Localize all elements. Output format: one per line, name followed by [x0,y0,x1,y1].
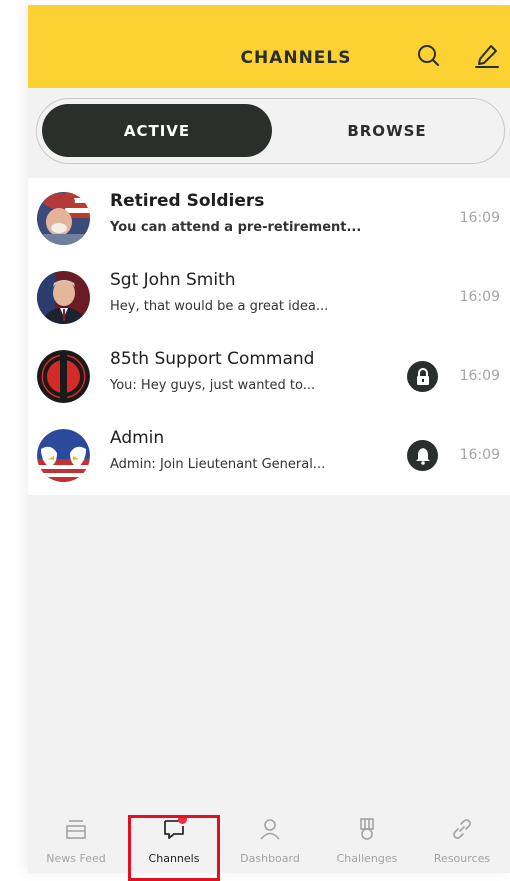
nav-channels[interactable]: Channels [126,813,222,873]
avatar-retired-soldiers [37,192,90,245]
nav-resources[interactable]: Resources [414,813,510,873]
avatar-85th-support-command [37,350,90,403]
lock-icon [407,361,438,392]
channel-preview: Admin: Join Lieutenant General... [110,457,326,472]
nav-challenges[interactable]: Challenges [319,813,415,873]
link-icon [453,819,471,839]
channel-filter-segment: ACTIVE BROWSE [36,98,505,164]
avatar-sgt-john-smith [37,271,90,324]
nav-label: Challenges [336,852,398,865]
channel-time: 16:09 [459,289,500,305]
notification-dot [178,815,187,824]
person-icon [260,819,280,840]
nav-label: Dashboard [240,852,300,865]
nav-label: Resources [433,852,491,865]
channel-list: Retired Soldiers You can attend a pre-re… [28,178,510,495]
avatar-admin [37,429,90,482]
channel-row-85th-support-command[interactable]: 85th Support Command You: Hey guys, just… [28,336,510,415]
channel-row-admin[interactable]: Admin Admin: Join Lieutenant General... … [28,415,510,494]
nav-label: News Feed [46,852,106,865]
medal-icon [360,818,374,840]
channel-preview: Hey, that would be a great idea... [110,299,329,314]
channel-title: Sgt John Smith [110,270,236,290]
channel-preview: You can attend a pre-retirement... [110,220,362,235]
nav-dashboard[interactable]: Dashboard [222,813,318,873]
bell-icon [407,440,438,471]
channel-title: Retired Soldiers [110,191,265,211]
nav-label: Channels [148,852,200,865]
channel-time: 16:09 [459,447,500,463]
channel-time: 16:09 [459,368,500,384]
channel-row-sgt-john-smith[interactable]: Sgt John Smith Hey, that would be a grea… [28,257,510,336]
tab-browse[interactable]: BROWSE [277,104,497,157]
nav-news-feed[interactable]: News Feed [28,813,124,873]
news-feed-icon [66,820,86,839]
channel-title: 85th Support Command [110,349,315,369]
channel-row-retired-soldiers[interactable]: Retired Soldiers You can attend a pre-re… [28,178,510,257]
header-bar: CHANNELS [28,5,510,88]
search-icon[interactable] [417,43,443,69]
tab-active[interactable]: ACTIVE [42,104,272,157]
channel-title: Admin [110,428,165,448]
channel-time: 16:09 [459,210,500,226]
channels-screen: CHANNELS ACTIVE BROWSE Retired Soldiers … [28,5,510,881]
bottom-nav: News Feed Channels Dashboard Challenges … [28,813,510,881]
channel-preview: You: Hey guys, just wanted to... [110,378,316,393]
compose-icon[interactable] [474,43,500,69]
